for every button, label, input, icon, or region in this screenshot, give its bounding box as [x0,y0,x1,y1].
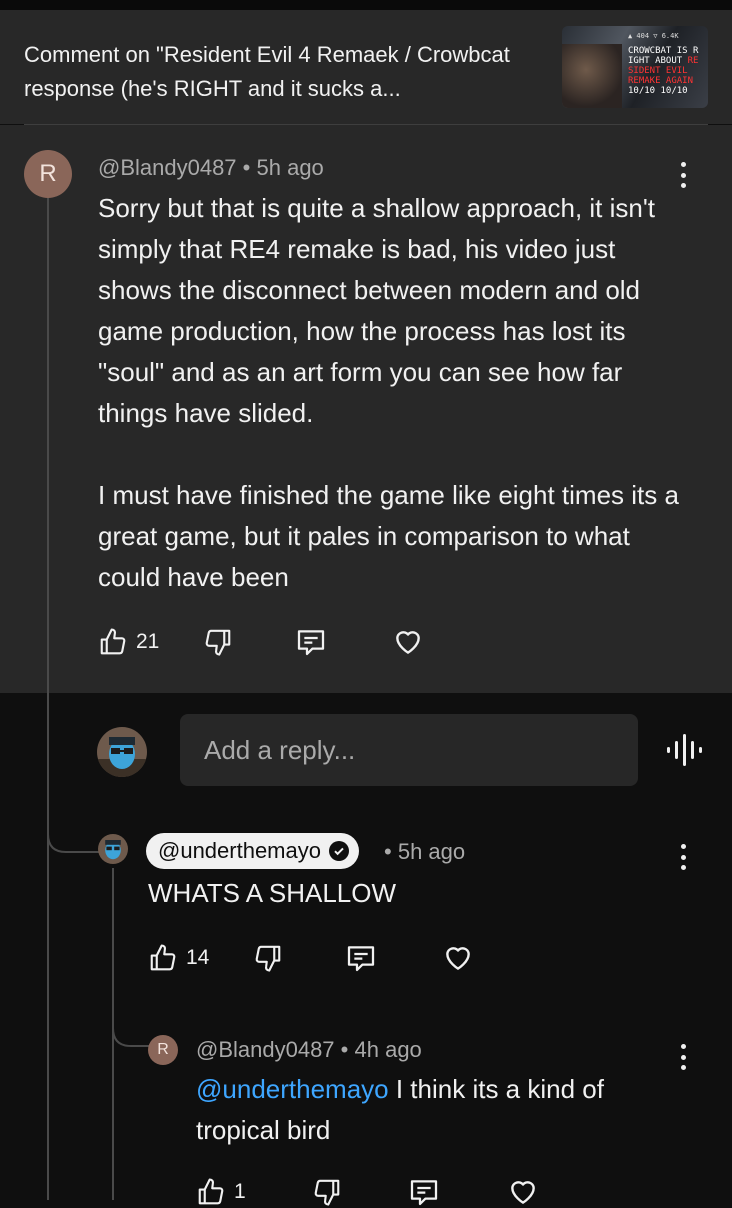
heart-icon [510,1181,535,1204]
comment-meta: @Blandy0487 • 5h ago [98,155,324,180]
reply-actions: 1 [196,1176,540,1208]
comment-text: Sorry but that is quite a shallow approa… [98,193,679,592]
comment-actions: 21 [98,626,425,658]
reply-author: @underthemayo [158,838,321,863]
reply-icon [298,630,325,656]
creator-author-chip[interactable]: @underthemayo [146,833,359,869]
heart-icon [396,631,421,654]
heart-button[interactable] [506,1176,540,1208]
thumbs-down-icon [206,629,231,656]
more-options-icon[interactable] [680,162,686,188]
reply-button[interactable] [408,1176,440,1208]
like-button[interactable]: 14 [148,942,209,974]
avatar[interactable]: R [24,150,72,198]
dislike-button[interactable] [312,1176,342,1208]
thumbnail-character [562,44,622,108]
heart-button[interactable] [391,626,425,658]
more-options-icon[interactable] [680,1044,686,1070]
thread-line [47,198,49,1200]
thumbs-up-icon [150,944,176,971]
video-title[interactable]: Comment on "Resident Evil 4 Remaek / Cro… [24,38,544,106]
reply-button[interactable] [345,942,377,974]
thumbs-down-icon [256,945,281,972]
comment-author[interactable]: @Blandy0487 [98,155,237,180]
reply-time: 5h ago [397,839,466,864]
reply-actions: 14 [148,942,475,974]
verified-check-icon [328,841,349,861]
like-button[interactable]: 21 [98,626,159,658]
reply-text: @underthemayo I think its a kind of trop… [196,1074,604,1145]
comment-header[interactable]: Comment on "Resident Evil 4 Remaek / Cro… [0,10,732,124]
reply-avatar[interactable] [98,834,128,864]
thumbs-up-icon [198,1178,224,1205]
dislike-button[interactable] [253,942,283,974]
reply-input[interactable] [180,714,638,786]
thread-connector [47,800,104,853]
heart-button[interactable] [441,942,475,974]
thumbs-down-icon [314,1179,339,1206]
status-strip [0,0,732,10]
mention-link[interactable]: @underthemayo [196,1074,389,1104]
dislike-button[interactable] [203,626,233,658]
reply-meta: • 5h ago [384,839,466,864]
user-avatar[interactable] [97,727,147,777]
thumbnail-stats: ▲ 404 ▽ 6.4K [628,32,679,40]
reply-meta: @Blandy0487 • 4h ago [196,1037,422,1062]
like-count: 1 [234,1180,246,1203]
thread-connector [112,1000,149,1047]
comment-time: 5h ago [256,155,324,180]
video-thumbnail[interactable]: ▲ 404 ▽ 6.4K CROWCBAT IS R IGHT ABOUT RE… [562,26,708,108]
more-options-icon[interactable] [680,844,686,870]
reply-input-container[interactable] [180,714,638,786]
reply-icon [410,1180,437,1206]
thumbnail-text: CROWCBAT IS R IGHT ABOUT RE SIDENT EVIL … [628,46,699,96]
reply-button[interactable] [295,626,327,658]
like-count: 14 [186,946,210,969]
reply-avatar[interactable]: R [148,1035,178,1065]
heart-icon [446,947,471,970]
voice-input-icon[interactable] [666,734,702,766]
reply-icon [348,946,375,972]
reply-author[interactable]: @Blandy0487 [196,1037,335,1062]
thumbs-up-icon [100,628,126,655]
reply-text: WHATS A SHALLOW [148,878,397,908]
reply-time: 4h ago [354,1037,422,1062]
like-count: 21 [136,630,160,653]
like-button[interactable]: 1 [196,1176,246,1208]
